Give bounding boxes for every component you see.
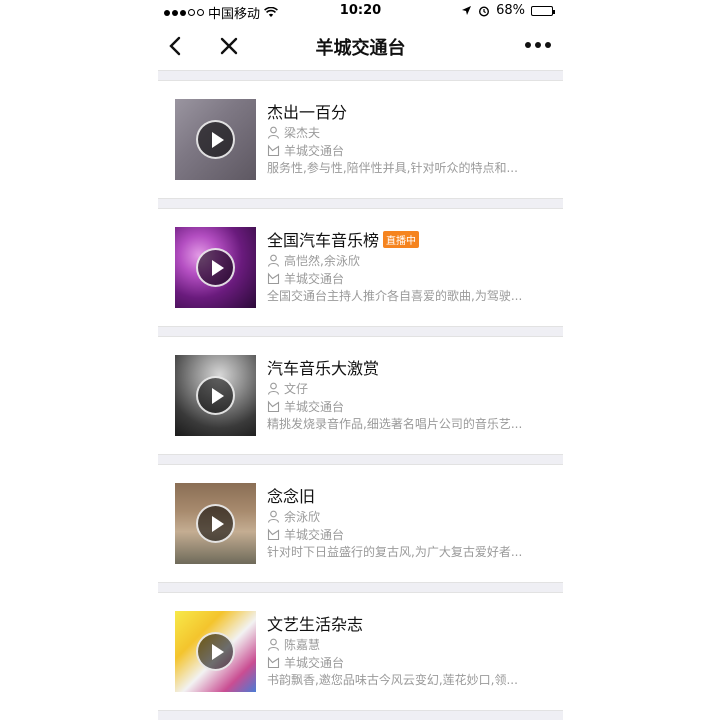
program-host: 梁杰夫 <box>284 125 321 140</box>
person-icon <box>267 510 280 523</box>
program-description: 精挑发烧录音作品,细选著名唱片公司的音乐艺... <box>267 417 523 431</box>
list-separator <box>158 454 563 465</box>
program-thumbnail <box>175 227 256 308</box>
program-list: 杰出一百分 梁杰夫 羊城交通台 服务性,参与性,陪伴性并具,针对听众的特点和..… <box>158 70 563 720</box>
station-icon <box>267 528 280 540</box>
program-description: 书韵飘香,邀您品味古今风云变幻,莲花妙口,领... <box>267 673 518 687</box>
program-station: 羊城交通台 <box>284 143 345 158</box>
program-description: 针对时下日益盛行的复古风,为广大复古爱好者... <box>267 545 523 559</box>
battery-icon <box>531 5 555 16</box>
list-separator <box>158 582 563 593</box>
program-title: 文艺生活杂志 <box>267 615 364 634</box>
status-bar: 中国移动 10:20 68% <box>158 0 563 22</box>
program-host: 文仔 <box>284 381 309 396</box>
play-icon[interactable] <box>196 632 235 671</box>
program-host: 陈嘉慧 <box>284 637 321 652</box>
location-arrow-icon <box>462 6 472 15</box>
person-icon <box>267 638 280 651</box>
program-item[interactable]: 念念旧 余泳欣 羊城交通台 针对时下日益盛行的复古风,为广大复古爱好者... <box>158 465 563 582</box>
nav-bar: 羊城交通台 <box>158 22 563 70</box>
list-separator <box>158 198 563 209</box>
program-item[interactable]: 杰出一百分 梁杰夫 羊城交通台 服务性,参与性,陪伴性并具,针对听众的特点和..… <box>158 81 563 198</box>
phone-screen: 中国移动 10:20 68% 羊城交通台 杰出一百分 梁杰夫 羊城交通台 服务性… <box>158 0 563 720</box>
program-thumbnail <box>175 355 256 436</box>
page-title: 羊城交通台 <box>315 38 406 59</box>
play-icon[interactable] <box>196 376 235 415</box>
program-description: 全国交通台主持人推介各自喜爱的歌曲,为驾驶... <box>267 289 523 303</box>
program-station: 羊城交通台 <box>284 271 345 286</box>
list-separator <box>158 326 563 337</box>
battery-percent: 68% <box>496 3 525 18</box>
play-icon[interactable] <box>196 248 235 287</box>
live-badge: 直播中 <box>383 230 420 248</box>
station-icon <box>267 272 280 284</box>
play-icon[interactable] <box>196 504 235 543</box>
list-separator <box>158 710 563 720</box>
status-right: 68% <box>461 3 555 18</box>
station-icon <box>267 656 280 668</box>
station-icon <box>267 400 280 412</box>
program-thumbnail <box>175 483 256 564</box>
program-title: 全国汽车音乐榜 <box>267 231 380 250</box>
program-host: 余泳欣 <box>284 509 321 524</box>
list-separator <box>158 70 563 81</box>
alarm-clock-icon <box>479 5 490 17</box>
more-options-icon[interactable] <box>525 42 551 48</box>
program-station: 羊城交通台 <box>284 527 345 542</box>
program-station: 羊城交通台 <box>284 655 345 670</box>
program-item[interactable]: 全国汽车音乐榜 直播中 高恺然,余泳欣 羊城交通台 全国交通台主持人推介各自喜爱的… <box>158 209 563 326</box>
play-icon[interactable] <box>196 120 235 159</box>
person-icon <box>267 126 280 139</box>
person-icon <box>267 382 280 395</box>
program-title: 杰出一百分 <box>267 103 348 122</box>
program-thumbnail <box>175 99 256 180</box>
program-host: 高恺然,余泳欣 <box>284 253 360 268</box>
person-icon <box>267 254 280 267</box>
program-title: 念念旧 <box>267 487 316 506</box>
program-title: 汽车音乐大激赏 <box>267 359 380 378</box>
program-thumbnail <box>175 611 256 692</box>
station-icon <box>267 144 280 156</box>
program-item[interactable]: 文艺生活杂志 陈嘉慧 羊城交通台 书韵飘香,邀您品味古今风云变幻,莲花妙口,领.… <box>158 593 563 710</box>
program-description: 服务性,参与性,陪伴性并具,针对听众的特点和... <box>267 161 518 175</box>
program-item[interactable]: 汽车音乐大激赏 文仔 羊城交通台 精挑发烧录音作品,细选著名唱片公司的音乐艺..… <box>158 337 563 454</box>
program-station: 羊城交通台 <box>284 399 345 414</box>
